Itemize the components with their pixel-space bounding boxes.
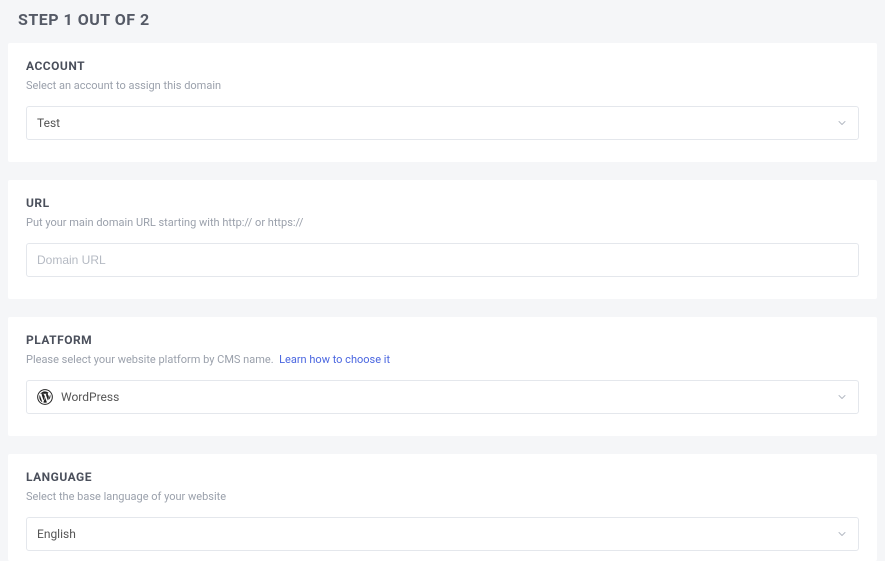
page-title: STEP 1 OUT OF 2 — [0, 0, 885, 43]
url-input[interactable] — [37, 253, 848, 267]
account-label: ACCOUNT — [26, 59, 859, 73]
url-card: URL Put your main domain URL starting wi… — [8, 180, 877, 299]
platform-select[interactable]: WordPress — [26, 380, 859, 414]
language-select[interactable]: English — [26, 517, 859, 551]
account-select-value: Test — [37, 116, 60, 130]
account-desc: Select an account to assign this domain — [26, 79, 859, 92]
platform-desc: Please select your website platform by C… — [26, 353, 274, 366]
platform-select-value: WordPress — [61, 390, 119, 404]
platform-desc-wrapper: Please select your website platform by C… — [26, 353, 859, 366]
url-desc: Put your main domain URL starting with h… — [26, 216, 859, 229]
platform-label: PLATFORM — [26, 333, 859, 347]
wordpress-icon — [37, 389, 53, 405]
account-card: ACCOUNT Select an account to assign this… — [8, 43, 877, 162]
platform-learn-link[interactable]: Learn how to choose it — [279, 353, 390, 366]
language-label: LANGUAGE — [26, 470, 859, 484]
account-select[interactable]: Test — [26, 106, 859, 140]
language-desc: Select the base language of your website — [26, 490, 859, 503]
chevron-down-icon — [836, 117, 848, 129]
url-input-wrapper — [26, 243, 859, 277]
language-select-value: English — [37, 527, 76, 541]
chevron-down-icon — [836, 391, 848, 403]
language-card: LANGUAGE Select the base language of you… — [8, 454, 877, 561]
chevron-down-icon — [836, 528, 848, 540]
platform-card: PLATFORM Please select your website plat… — [8, 317, 877, 436]
url-label: URL — [26, 196, 859, 210]
